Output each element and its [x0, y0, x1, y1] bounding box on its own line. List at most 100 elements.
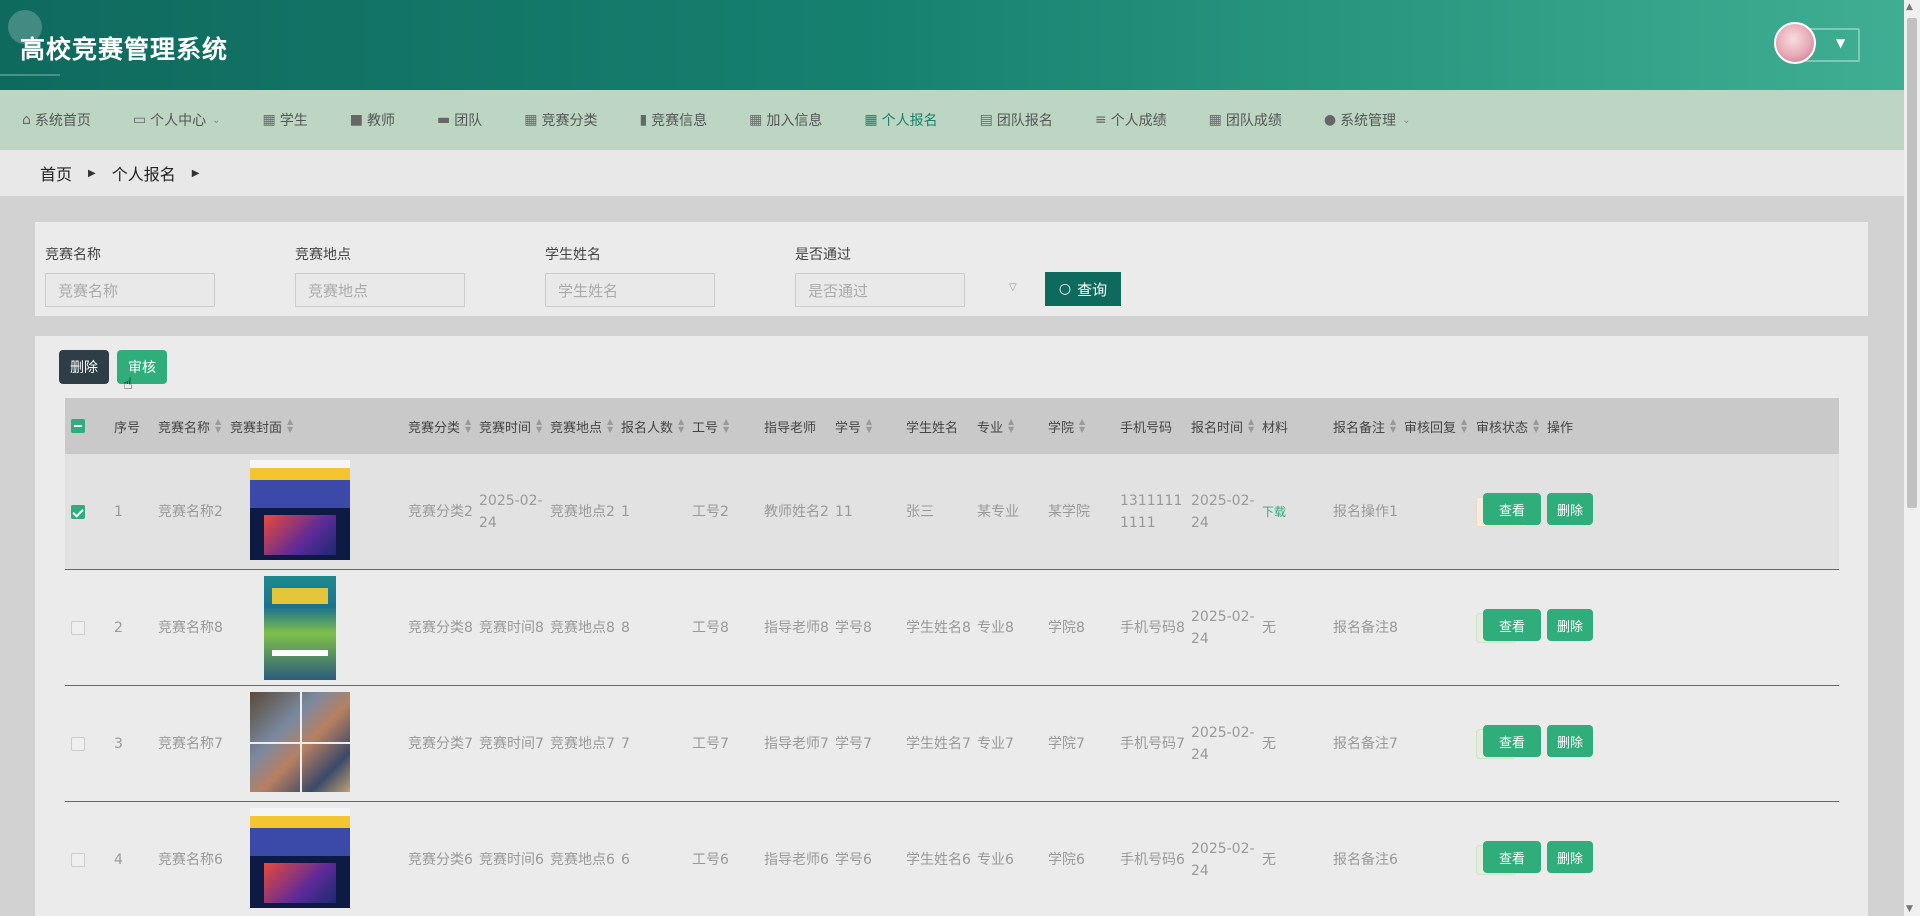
avatar[interactable] — [1774, 22, 1816, 64]
cell-college: 学院7 — [1048, 686, 1116, 802]
column-header-18[interactable]: 审核状态 ▲ ▼ — [1476, 398, 1539, 454]
batch-delete-button[interactable]: 删除 — [59, 350, 109, 384]
cell-student-name: 学生姓名8 — [906, 570, 973, 686]
nav-item-4[interactable]: ▬ 团队 — [437, 90, 482, 150]
column-header-5[interactable]: 竞赛地点 ▲ ▼ — [550, 398, 613, 454]
cell-text: 教师姓名2 — [764, 504, 829, 520]
sort-icon[interactable]: ▲ ▼ — [1390, 418, 1396, 434]
download-link[interactable]: 下载 — [1262, 501, 1286, 523]
nav-label: 教师 — [366, 113, 395, 129]
sort-icon[interactable]: ▲ ▼ — [536, 418, 542, 434]
table-row[interactable]: 2 竞赛名称8 竞赛分类8 竞赛时间8 竞赛地点8 8 工号8 指导老师8 学号8 学生姓名8 专业… — [65, 570, 1839, 686]
view-button[interactable]: 查看 — [1483, 841, 1541, 873]
table-row[interactable]: 3 竞赛名称7 竞赛分类7 竞赛时间7 竞赛地点7 7 工号7 指导老师7 学号7 学生姓名7 专业… — [65, 686, 1839, 802]
column-header-14[interactable]: 报名时间 ▲ ▼ — [1191, 398, 1254, 454]
cell-category: 竞赛分类8 — [408, 570, 475, 686]
column-header-2[interactable]: 竞赛封面 ▲ ▼ — [230, 398, 293, 454]
nav-item-1[interactable]: ▭ 个人中心 ⌄ — [133, 90, 221, 150]
scroll-down-icon[interactable]: ▼ — [1906, 904, 1913, 914]
column-header-9[interactable]: 学号 ▲ ▼ — [835, 398, 872, 454]
cell-text: 竞赛名称8 — [158, 620, 223, 636]
competition-place-input[interactable]: 竞赛地点 — [295, 273, 465, 307]
sort-icon[interactable]: ▲ ▼ — [607, 418, 613, 434]
sort-icon[interactable]: ▲ ▼ — [215, 418, 221, 434]
view-button[interactable]: 查看 — [1483, 493, 1541, 525]
row-checkbox[interactable] — [71, 621, 85, 635]
cell-text: 工号7 — [692, 736, 729, 752]
column-header-6[interactable]: 报名人数 ▲ ▼ — [621, 398, 684, 454]
sort-icon[interactable]: ▲ ▼ — [1248, 418, 1254, 434]
column-header-label: 学生姓名 — [906, 420, 959, 436]
column-header-17[interactable]: 审核回复 ▲ ▼ — [1404, 398, 1467, 454]
delete-button[interactable]: 删除 — [1547, 609, 1593, 641]
nav-item-0[interactable]: ⌂ 系统首页 — [22, 90, 91, 150]
sort-icon[interactable]: ▲ ▼ — [465, 418, 471, 434]
row-checkbox[interactable] — [71, 505, 85, 519]
cell-apply-time: 2025-02-24 — [1191, 454, 1258, 570]
breadcrumb-home[interactable]: 首页 — [40, 161, 72, 185]
nav-item-5[interactable]: ▦ 竞赛分类 — [524, 90, 597, 150]
column-header-12[interactable]: 学院 ▲ ▼ — [1048, 398, 1085, 454]
row-checkbox[interactable] — [71, 737, 85, 751]
column-header-1[interactable]: 竞赛名称 ▲ ▼ — [158, 398, 221, 454]
sort-icon[interactable]: ▲ ▼ — [678, 418, 684, 434]
cell-major: 专业8 — [977, 570, 1044, 686]
cell-text: 学生姓名7 — [906, 736, 971, 752]
delete-button[interactable]: 删除 — [1547, 841, 1593, 873]
cell-phone: 13111111111 — [1120, 454, 1187, 570]
select-all-checkbox[interactable] — [71, 419, 85, 433]
sort-icon[interactable]: ▲ ▼ — [1079, 418, 1085, 434]
cell-text: 学号7 — [835, 736, 872, 752]
pass-status-select[interactable]: 是否通过 — [795, 273, 965, 307]
sort-icon[interactable]: ▲ ▼ — [287, 418, 293, 434]
nav-label: 个人成绩 — [1110, 113, 1167, 129]
column-header-4[interactable]: 竞赛时间 ▲ ▼ — [479, 398, 542, 454]
scroll-up-icon[interactable]: ▲ — [1906, 2, 1913, 12]
column-header-3[interactable]: 竞赛分类 ▲ ▼ — [408, 398, 471, 454]
nav-item-12[interactable]: ● 系统管理 ⌄ — [1324, 90, 1411, 150]
table-row[interactable]: 4 竞赛名称6 竞赛分类6 竞赛时间6 竞赛地点6 6 工号6 指导老师6 学号6 学生姓名6 专业… — [65, 802, 1839, 916]
nav-item-11[interactable]: ▦ 团队成绩 — [1209, 90, 1282, 150]
nav-item-6[interactable]: ▮ 竞赛信息 — [639, 90, 707, 150]
nav-item-3[interactable]: ■ 教师 — [350, 90, 395, 150]
cell-remark: 报名备注8 — [1333, 570, 1400, 686]
view-button[interactable]: 查看 — [1483, 609, 1541, 641]
user-menu[interactable]: ▼ — [1774, 20, 1864, 66]
cell-count: 1 — [621, 454, 688, 570]
delete-button[interactable]: 删除 — [1547, 725, 1593, 757]
sort-icon[interactable]: ▲ ▼ — [1008, 418, 1014, 434]
row-checkbox[interactable] — [71, 853, 85, 867]
column-header-7[interactable]: 工号 ▲ ▼ — [692, 398, 729, 454]
nav-item-10[interactable]: ≡ 个人成绩 — [1095, 90, 1167, 150]
view-button[interactable]: 查看 — [1483, 725, 1541, 757]
nav-item-7[interactable]: ▦ 加入信息 — [749, 90, 822, 150]
student-name-input[interactable]: 学生姓名 — [545, 273, 715, 307]
sort-icon[interactable]: ▲ ▼ — [1461, 418, 1467, 434]
page-scrollbar[interactable]: ▲ ▼ — [1904, 0, 1920, 916]
cell-text: 竞赛地点2 — [550, 504, 615, 520]
caret-down-icon[interactable]: ▼ — [1836, 36, 1845, 50]
query-button[interactable]: ○ 查询 — [1045, 272, 1121, 306]
cell-remark: 报名备注6 — [1333, 802, 1400, 916]
cell-reply — [1404, 686, 1472, 802]
sort-icon[interactable]: ▲ ▼ — [866, 418, 872, 434]
cell-name: 竞赛名称7 — [158, 686, 226, 802]
scroll-thumb[interactable] — [1907, 18, 1917, 508]
sort-icon[interactable]: ▲ ▼ — [1533, 418, 1539, 434]
column-header-label: 材料 — [1262, 420, 1289, 436]
app-header: 高校竞赛管理系统 ▼ — [0, 0, 1904, 90]
chevron-down-icon[interactable]: ▽ — [1009, 282, 1017, 293]
column-header-label: 审核状态 — [1476, 420, 1529, 436]
delete-button[interactable]: 删除 — [1547, 493, 1593, 525]
cell-text: 2025-02-24 — [1191, 493, 1255, 531]
column-header-label: 手机号码 — [1120, 420, 1173, 436]
nav-item-9[interactable]: ▤ 团队报名 — [980, 90, 1053, 150]
sort-icon[interactable]: ▲ ▼ — [723, 418, 729, 434]
nav-item-8[interactable]: ▦ 个人报名 — [864, 90, 937, 150]
grid-icon: ▦ — [1208, 112, 1222, 128]
nav-item-2[interactable]: ▦ 学生 — [263, 90, 308, 150]
column-header-16[interactable]: 报名备注 ▲ ▼ — [1333, 398, 1396, 454]
column-header-11[interactable]: 专业 ▲ ▼ — [977, 398, 1014, 454]
competition-name-input[interactable]: 竞赛名称 — [45, 273, 215, 307]
table-row[interactable]: 1 竞赛名称2 竞赛分类2 2025-02-24 竞赛地点2 1 工号2 教师姓名2 11 张三 某… — [65, 454, 1839, 570]
